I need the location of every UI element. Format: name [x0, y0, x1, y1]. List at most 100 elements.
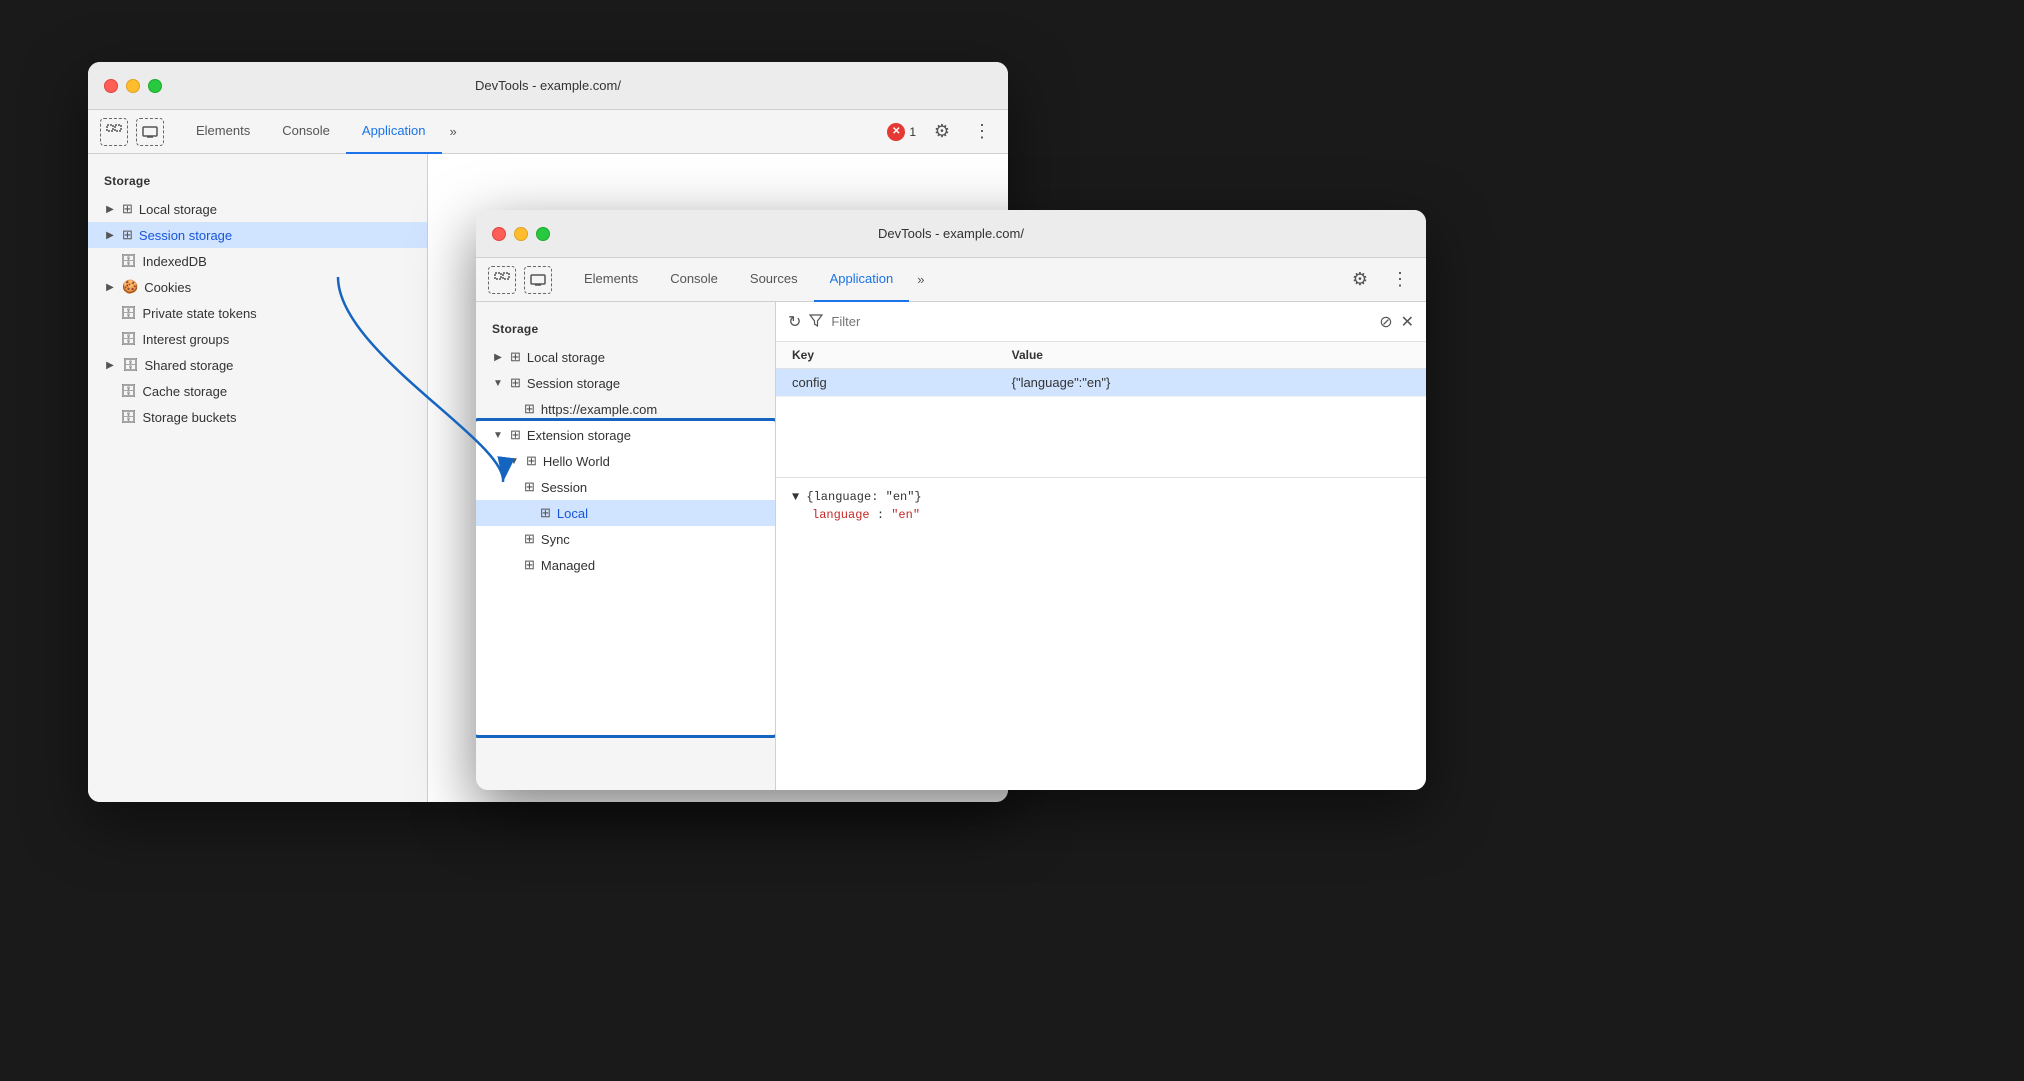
arrow-cookies-back: ▶ [104, 282, 116, 293]
sidebar-session-front[interactable]: ⊞ Session [476, 474, 775, 500]
sidebar-session-storage-front[interactable]: ▼ ⊞ Session storage [476, 370, 775, 396]
title-bar-back: DevTools - example.com/ [88, 62, 1008, 110]
col-value-header: Value [996, 342, 1426, 369]
tab-bar-icons-front [488, 266, 552, 294]
sidebar-managed-front[interactable]: ⊞ Managed [476, 552, 775, 578]
sidebar-session-storage-back[interactable]: ▶ ⊞ Session storage [88, 222, 427, 248]
grid-icon-ses-front: ⊞ [524, 479, 535, 495]
traffic-lights-front [492, 227, 550, 241]
db-icon-shared-back: 🗄 [122, 357, 139, 373]
title-bar-front: DevTools - example.com/ [476, 210, 1426, 258]
db-icon-buckets-back: 🗄 [120, 409, 137, 425]
table-row[interactable]: config {"language":"en"} [776, 369, 1426, 397]
cookie-icon-back: 🍪 [122, 279, 138, 295]
maximize-button-front[interactable] [536, 227, 550, 241]
db-icon-indexeddb-back: 🗄 [120, 253, 137, 269]
tab-more-back[interactable]: » [442, 124, 465, 139]
sidebar-indexeddb-back[interactable]: 🗄 IndexedDB [88, 248, 427, 274]
storage-label-front: Storage [476, 318, 775, 344]
sidebar-local-storage-back[interactable]: ▶ ⊞ Local storage [88, 196, 427, 222]
grid-icon-session-front: ⊞ [510, 375, 521, 391]
traffic-lights-back [104, 79, 162, 93]
tab-more-front[interactable]: » [909, 272, 932, 287]
sidebar-back: Storage ▶ ⊞ Local storage ▶ ⊞ Session st… [88, 154, 428, 802]
storage-label-back: Storage [88, 170, 427, 196]
arrow-local-back: ▶ [104, 204, 116, 215]
arrow-shared-back: ▶ [104, 360, 116, 371]
filter-icon-front [809, 313, 823, 330]
tab-application-back[interactable]: Application [346, 110, 442, 154]
settings-icon-back[interactable]: ⚙ [928, 118, 956, 146]
more-icon-front[interactable]: ⋮ [1386, 266, 1414, 294]
inspector-icon-front[interactable] [488, 266, 516, 294]
grid-icon-url-front: ⊞ [524, 401, 535, 417]
preview-property: language : "en" [792, 508, 1410, 522]
sidebar-hello-world-front[interactable]: ▼ ⊞ Hello World [476, 448, 775, 474]
window-title-back: DevTools - example.com/ [475, 78, 621, 93]
sidebar-cookies-back[interactable]: ▶ 🍪 Cookies [88, 274, 427, 300]
table-cell-key: config [776, 369, 996, 397]
maximize-button-back[interactable] [148, 79, 162, 93]
refresh-icon-front[interactable]: ↻ [788, 312, 801, 332]
sidebar-sync-front[interactable]: ⊞ Sync [476, 526, 775, 552]
tab-console-front[interactable]: Console [654, 258, 734, 302]
right-panel-front: ↻ ⊘ ✕ Key Value [776, 302, 1426, 790]
tab-bar-right-front: ⚙ ⋮ [1346, 266, 1414, 294]
close-button-back[interactable] [104, 79, 118, 93]
tab-elements-front[interactable]: Elements [568, 258, 654, 302]
minimize-button-front[interactable] [514, 227, 528, 241]
error-badge-back: ✕ 1 [887, 123, 916, 141]
grid-icon-loc-front: ⊞ [540, 505, 551, 521]
error-dot-back: ✕ [887, 123, 905, 141]
tab-console-back[interactable]: Console [266, 110, 346, 154]
sidebar-interest-groups-back[interactable]: 🗄 Interest groups [88, 326, 427, 352]
sidebar-private-state-tokens-back[interactable]: 🗄 Private state tokens [88, 300, 427, 326]
sidebar-storage-buckets-back[interactable]: 🗄 Storage buckets [88, 404, 427, 430]
filter-bar-front: ↻ ⊘ ✕ [776, 302, 1426, 342]
extension-storage-group: ▼ ⊞ Extension storage ▼ ⊞ Hello World ⊞ … [476, 422, 775, 578]
grid-icon-hw-front: ⊞ [526, 453, 537, 469]
col-key-header: Key [776, 342, 996, 369]
tab-sources-front[interactable]: Sources [734, 258, 814, 302]
table-cell-value: {"language":"en"} [996, 369, 1426, 397]
grid-icon-local-front: ⊞ [510, 349, 521, 365]
arrow-session-front: ▼ [492, 378, 504, 389]
sidebar-local-front[interactable]: ⊞ Local [476, 500, 775, 526]
sidebar-extension-storage-front[interactable]: ▼ ⊞ Extension storage [476, 422, 775, 448]
tab-bar-icons-back [100, 118, 164, 146]
kv-table-front: Key Value config {"language":"en"} [776, 342, 1426, 397]
more-icon-back[interactable]: ⋮ [968, 118, 996, 146]
grid-icon-local-back: ⊞ [122, 201, 133, 217]
tab-application-front[interactable]: Application [814, 258, 910, 302]
close-button-front[interactable] [492, 227, 506, 241]
arrow-session-back: ▶ [104, 230, 116, 241]
arrow-local-front: ▶ [492, 352, 504, 363]
grid-icon-session-back: ⊞ [122, 227, 133, 243]
inspector-icon[interactable] [100, 118, 128, 146]
db-icon-cache-back: 🗄 [120, 383, 137, 399]
window-title-front: DevTools - example.com/ [878, 226, 1024, 241]
filter-input-front[interactable] [831, 314, 1371, 329]
clear-icon-front[interactable]: ✕ [1401, 312, 1414, 332]
main-content-front: Storage ▶ ⊞ Local storage ▼ ⊞ Session st… [476, 302, 1426, 790]
arrow-ext-front: ▼ [492, 430, 504, 441]
device-icon[interactable] [136, 118, 164, 146]
sidebar-cache-storage-back[interactable]: 🗄 Cache storage [88, 378, 427, 404]
sidebar-shared-storage-back[interactable]: ▶ 🗄 Shared storage [88, 352, 427, 378]
preview-object: ▼ {language: "en"} [792, 490, 1410, 504]
tab-bar-front: Elements Console Sources Application » ⚙… [476, 258, 1426, 302]
arrow-hw-front: ▼ [508, 456, 520, 467]
tab-bar-back: Elements Console Application » ✕ 1 ⚙ ⋮ [88, 110, 1008, 154]
minimize-button-back[interactable] [126, 79, 140, 93]
tab-elements-back[interactable]: Elements [180, 110, 266, 154]
settings-icon-front[interactable]: ⚙ [1346, 266, 1374, 294]
devtools-window-front: DevTools - example.com/ Elements Console [476, 210, 1426, 790]
grid-icon-managed-front: ⊞ [524, 557, 535, 573]
grid-icon-sync-front: ⊞ [524, 531, 535, 547]
db-icon-ig-back: 🗄 [120, 331, 137, 347]
block-icon-front[interactable]: ⊘ [1379, 312, 1392, 332]
sidebar-local-storage-front[interactable]: ▶ ⊞ Local storage [476, 344, 775, 370]
device-icon-front[interactable] [524, 266, 552, 294]
bottom-preview-front: ▼ {language: "en"} language : "en" [776, 477, 1426, 534]
sidebar-session-url-front[interactable]: ⊞ https://example.com [476, 396, 775, 422]
